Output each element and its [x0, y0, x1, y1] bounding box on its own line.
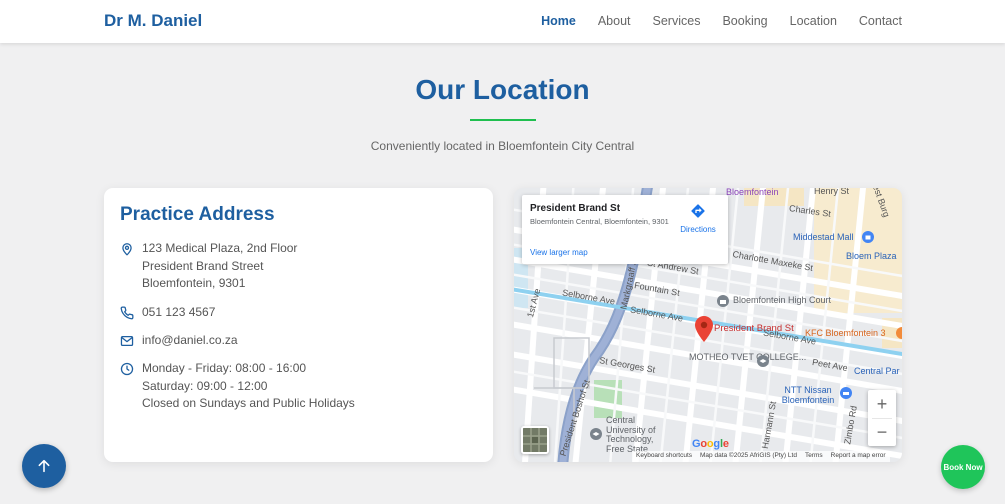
university-icon	[590, 428, 602, 440]
directions-icon	[691, 204, 705, 218]
address-line-1: 123 Medical Plaza, 2nd Floor	[142, 241, 298, 255]
phone-number[interactable]: 051 123 4567	[142, 304, 215, 322]
label-ntt-nissan: NTT Nissan Bloemfontein	[781, 385, 835, 405]
google-letter-e: e	[722, 438, 729, 450]
nav-home[interactable]: Home	[541, 14, 576, 28]
report-error-link[interactable]: Report a map error	[831, 452, 886, 461]
label-middestad: Middestad Mall	[793, 232, 854, 242]
zoom-in-button[interactable]: +	[868, 390, 896, 418]
shopping-icon	[862, 231, 874, 243]
label-bloem-plaza: Bloem Plaza	[846, 251, 897, 261]
phone-row: 051 123 4567	[120, 304, 215, 322]
hours-saturday: Saturday: 09:00 - 12:00	[142, 378, 268, 393]
google-logo: Google	[692, 438, 729, 450]
nav-about[interactable]: About	[598, 14, 631, 28]
phone-icon	[120, 306, 134, 320]
title-underline	[470, 119, 536, 121]
map-embed[interactable]: Bloemfontein Henry St West Burg Charles …	[514, 188, 902, 462]
label-central-park: Central Par	[854, 366, 900, 376]
main-nav: Home About Services Booking Location Con…	[541, 14, 902, 28]
map-infobox: President Brand St Bloemfontein Central,…	[522, 195, 728, 264]
satellite-layer-toggle[interactable]	[521, 426, 549, 454]
clock-icon	[120, 362, 134, 376]
zoom-divider	[872, 418, 892, 419]
section-title: Our Location	[415, 74, 590, 105]
keyboard-shortcuts-link[interactable]: Keyboard shortcuts	[636, 452, 692, 461]
map-pin-icon[interactable]	[695, 316, 713, 342]
restaurant-icon	[896, 327, 902, 339]
mail-icon	[120, 335, 134, 347]
email-row: info@daniel.co.za	[120, 332, 238, 350]
brand-logo[interactable]: Dr M. Daniel	[104, 11, 202, 31]
address-line-2: President Brand Street	[142, 258, 264, 273]
landmark-icon	[717, 295, 729, 307]
nav-contact[interactable]: Contact	[859, 14, 902, 28]
back-to-top-button[interactable]	[22, 444, 66, 488]
terms-link[interactable]: Terms	[805, 452, 823, 461]
zoom-controls: + −	[868, 390, 896, 446]
directions-button[interactable]: Directions	[674, 203, 722, 234]
book-now-button[interactable]: Book Now	[941, 445, 985, 489]
email-address[interactable]: info@daniel.co.za	[142, 332, 238, 350]
map-data-credit: Map data ©2025 AfriGIS (Pty) Ltd	[700, 452, 797, 459]
label-president-brand: President Brand St	[714, 323, 794, 334]
school-icon	[757, 355, 769, 367]
label-high-court: Bloemfontein High Court	[733, 295, 832, 305]
place-name: President Brand St	[530, 203, 621, 214]
label-henry: Henry St	[814, 188, 850, 196]
directions-label: Directions	[680, 225, 716, 234]
hours-closed: Closed on Sundays and Public Holidays	[142, 396, 355, 410]
arrow-up-icon	[38, 459, 50, 473]
label-bloemfontein-top: Bloemfontein	[726, 188, 779, 197]
hours-row: Monday - Friday: 08:00 - 16:00 Saturday:…	[120, 360, 355, 413]
nav-services[interactable]: Services	[653, 14, 701, 28]
location-pin-icon	[122, 243, 132, 256]
section-subtitle: Conveniently located in Bloemfontein Cit…	[370, 139, 635, 153]
label-cut: Central University of Technology, Free S…	[606, 415, 656, 454]
card-title: Practice Address	[120, 204, 275, 225]
satellite-thumbnail-icon	[523, 428, 547, 452]
zoom-out-button[interactable]: −	[868, 418, 896, 446]
hours-weekday: Monday - Friday: 08:00 - 16:00	[142, 361, 307, 375]
address-card: Practice Address 123 Medical Plaza, 2nd …	[104, 188, 493, 462]
nav-location[interactable]: Location	[790, 14, 837, 28]
navbar: Dr M. Daniel Home About Services Booking…	[0, 0, 1005, 43]
view-larger-map-link[interactable]: View larger map	[530, 248, 588, 257]
nav-booking[interactable]: Booking	[722, 14, 767, 28]
place-address: Bloemfontein Central, Bloemfontein, 9301	[530, 217, 669, 226]
address-row: 123 Medical Plaza, 2nd Floor President B…	[120, 240, 297, 293]
label-kfc: KFC Bloemfontein 3	[805, 328, 886, 338]
car-dealer-icon	[840, 387, 852, 399]
map-attribution: Keyboard shortcuts Map data ©2025 AfriGI…	[632, 451, 890, 462]
label-motheo: MOTHEO TVET COLLEGE...	[689, 352, 807, 362]
address-line-3: Bloemfontein, 9301	[142, 276, 246, 290]
